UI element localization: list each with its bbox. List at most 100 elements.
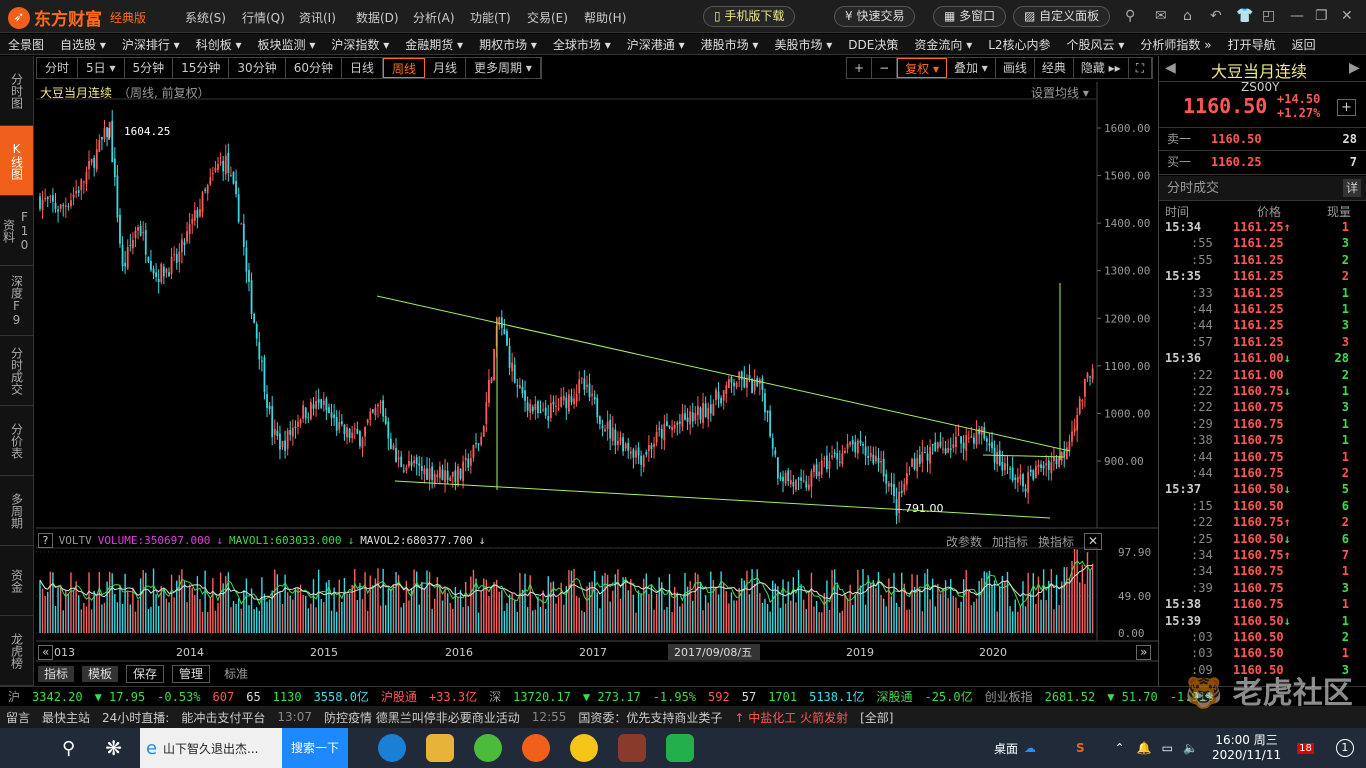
- candle: [978, 425, 981, 445]
- trade-price: 1161.25: [1233, 302, 1284, 316]
- close-icon[interactable]: ✕: [1341, 8, 1353, 24]
- price-tick-label: 1500.00: [1104, 170, 1150, 183]
- onedrive-icon[interactable]: ☁: [1024, 741, 1036, 755]
- help-icon[interactable]: ?: [38, 533, 53, 548]
- layout-icon[interactable]: ◰: [1262, 8, 1275, 24]
- candle: [973, 433, 975, 449]
- add-indicator-button[interactable]: 加指标: [992, 533, 1028, 550]
- trade-price: 1160.50: [1233, 630, 1284, 644]
- eastmoney-icon[interactable]: [521, 734, 550, 762]
- candle: [1045, 454, 1048, 477]
- trend-line[interactable]: [394, 480, 1051, 519]
- trade-price: 1161.00: [1233, 368, 1284, 382]
- trade-volume: 1: [1341, 384, 1349, 398]
- candle: [784, 470, 787, 487]
- news-item: 最快主站: [42, 710, 91, 725]
- trade-price-value: 1160.50: [1233, 662, 1284, 677]
- news-item[interactable]: 24小时直播:: [102, 709, 169, 726]
- browser-search-box[interactable]: e 山下智久退出杰...: [139, 728, 282, 768]
- wps-icon[interactable]: [665, 734, 694, 762]
- news-item[interactable]: 13:07: [277, 710, 312, 724]
- skin-icon[interactable]: 👕: [1236, 8, 1253, 24]
- news-item[interactable]: ↑ 中盐化工 火箭发射: [734, 709, 848, 726]
- candle: [297, 414, 299, 435]
- trade-price: 1160.75: [1233, 400, 1284, 414]
- sogou-icon[interactable]: S: [1076, 741, 1085, 755]
- news-item[interactable]: 防控疫情 德黑兰叫停非必要商业活动: [324, 709, 520, 726]
- candle: [660, 424, 663, 450]
- ticker-item: 65: [246, 689, 261, 704]
- candle: [720, 395, 723, 407]
- candle: [686, 408, 689, 431]
- trade-row: 15:39 1160.50↓ 1: [1159, 614, 1359, 630]
- detail-button[interactable]: 详: [1342, 179, 1361, 197]
- news-item[interactable]: 12:55: [532, 710, 567, 724]
- trade-row: :38 1160.75 1: [1159, 433, 1359, 449]
- minimize-icon[interactable]: —: [1290, 8, 1304, 24]
- ticker-item: 深: [489, 690, 502, 704]
- news-item[interactable]: 国资委：优先支持商业类子: [578, 709, 722, 726]
- manage-button[interactable]: 管理: [172, 665, 211, 683]
- indicator-button[interactable]: 指标: [38, 666, 75, 682]
- bell-icon[interactable]: 🔔: [1137, 741, 1152, 755]
- change-indicator-button[interactable]: 换指标: [1038, 533, 1074, 550]
- candle: [856, 438, 859, 460]
- template-button[interactable]: 模板: [82, 666, 119, 682]
- game-icon[interactable]: [617, 734, 646, 762]
- nav-item[interactable]: 打开导航: [1220, 36, 1284, 53]
- news-item[interactable]: [全部]: [860, 709, 893, 726]
- clock[interactable]: 16:00 周三 2020/11/11: [1212, 733, 1281, 763]
- candle: [54, 192, 57, 213]
- trade-list[interactable]: 15:34 1161.25↑ 1:55 1161.25 3:55 1161.25 2 15:3…: [1159, 220, 1366, 680]
- close-indicator-icon[interactable]: ✕: [1084, 533, 1103, 550]
- candle: [405, 464, 408, 474]
- save-button[interactable]: 保存: [126, 665, 165, 683]
- next-symbol-icon[interactable]: ▶: [1349, 60, 1360, 76]
- candle: [346, 423, 348, 445]
- app-yellow-icon[interactable]: [569, 734, 598, 762]
- candle: [895, 487, 898, 525]
- browser-icon[interactable]: [473, 734, 502, 762]
- candle: [743, 366, 746, 389]
- scroll-left-button[interactable]: «: [38, 645, 54, 660]
- candle: [862, 441, 864, 455]
- trend-line[interactable]: [376, 295, 1071, 452]
- news-item[interactable]: 能冲击支付平台: [181, 709, 265, 726]
- app-icon[interactable]: ❋: [105, 736, 122, 760]
- battery-icon[interactable]: ▭: [1162, 741, 1173, 755]
- edit-params-button[interactable]: 改参数: [946, 533, 982, 550]
- folder-icon[interactable]: [425, 734, 454, 762]
- maximize-icon[interactable]: ❐: [1315, 8, 1328, 24]
- candle: [237, 187, 240, 224]
- tray-expand-icon[interactable]: ⌃: [1115, 741, 1125, 755]
- add-watchlist-icon[interactable]: +: [1337, 99, 1356, 116]
- year-label: 2014: [176, 646, 204, 659]
- nav-item[interactable]: 返回: [1284, 36, 1324, 53]
- search-icon[interactable]: ⚲: [62, 738, 75, 759]
- desktop-toolbar[interactable]: 桌面: [994, 740, 1018, 757]
- volume-tick-label: 97.90: [1118, 546, 1151, 559]
- trade-volume: 2: [1341, 252, 1349, 267]
- trade-row: 15:37 1160.50↓ 5: [1159, 482, 1359, 498]
- candle: [965, 428, 968, 462]
- candle: [526, 396, 529, 418]
- last-price: 1160.50: [1183, 94, 1268, 118]
- taskbar: ⚲ ❋ e 山下智久退出杰... 搜索一下 桌面 ☁ S ⌃ 🔔 ▭ 🔈 16:0…: [0, 728, 1366, 768]
- notification-badge[interactable]: 18: [1297, 742, 1314, 754]
- candle: [477, 443, 480, 452]
- candle: [650, 442, 653, 458]
- prev-symbol-icon[interactable]: ◀: [1165, 60, 1176, 76]
- home-icon[interactable]: ⌂: [1183, 8, 1192, 24]
- undo-icon[interactable]: ↶: [1210, 8, 1222, 24]
- search-go-button[interactable]: 搜索一下: [281, 728, 348, 768]
- volume-icon[interactable]: 🔈: [1183, 741, 1198, 755]
- scroll-right-button[interactable]: »: [1136, 645, 1152, 660]
- candle: [797, 476, 800, 491]
- candle: [1029, 465, 1032, 477]
- edge-icon[interactable]: [377, 734, 406, 762]
- trade-price-value: 1160.75: [1233, 564, 1284, 579]
- kline-chart[interactable]: 1600.00 1500.00 1400.00 1300.00 1200.00 1100.…: [0, 0, 1158, 686]
- action-center-icon[interactable]: 1: [1335, 739, 1354, 757]
- down-arrow-icon: ↓: [1283, 613, 1291, 628]
- indicator-buttons: 改参数 加指标 换指标 ✕: [946, 533, 1103, 550]
